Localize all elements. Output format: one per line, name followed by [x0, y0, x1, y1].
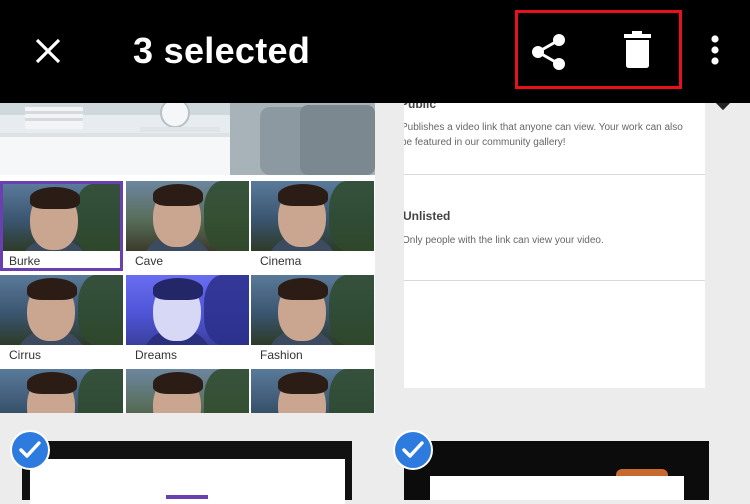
public-option-description: Publishes a video link that anyone can v…: [404, 122, 683, 148]
project-accent-bar: [166, 495, 208, 499]
filter-tile-burke[interactable]: Burke: [0, 181, 123, 271]
more-vertical-icon: [711, 35, 719, 65]
filter-tile-dreams[interactable]: Dreams: [126, 275, 249, 365]
selected-checkmark-button[interactable]: [10, 430, 50, 470]
delete-button[interactable]: [620, 29, 656, 71]
filter-thumbnail: [126, 275, 249, 345]
filter-thumbnail: [251, 275, 374, 345]
divider: [404, 280, 705, 281]
selected-checkmark-button[interactable]: [393, 430, 433, 470]
filter-thumbnail: [3, 184, 120, 251]
public-option-title: Public: [404, 103, 437, 111]
room-photo: [0, 103, 375, 175]
divider: [404, 174, 705, 175]
filter-label: Fashion: [260, 348, 303, 362]
filter-thumbnail: [251, 369, 374, 413]
filter-label: Dreams: [135, 348, 178, 362]
unlisted-option-description: Only people with the link can view your …: [404, 235, 604, 246]
close-icon: [35, 38, 61, 64]
filter-thumbnail: [0, 369, 123, 413]
filter-tile[interactable]: [126, 369, 249, 413]
filter-tile-fashion[interactable]: Fashion: [251, 275, 374, 365]
close-selection-button[interactable]: [28, 31, 68, 71]
project-preview: [430, 476, 684, 500]
unlisted-option-title: Unlisted: [404, 209, 451, 223]
visibility-options-card[interactable]: Public Publishes a video link that anyon…: [404, 103, 705, 388]
action-bar: 3 selected: [0, 0, 750, 103]
project-card[interactable]: [22, 441, 352, 504]
filter-thumbnail: [251, 181, 374, 251]
filter-tile-cave[interactable]: Cave: [126, 181, 249, 271]
project-card[interactable]: [404, 441, 709, 500]
filter-label: Cirrus: [9, 348, 41, 362]
share-button[interactable]: [526, 29, 572, 75]
filter-label: Burke: [9, 254, 41, 268]
filter-thumbnail: [126, 369, 249, 413]
filter-tile-cirrus[interactable]: Cirrus: [0, 275, 123, 365]
share-icon: [532, 34, 565, 70]
filter-tile-cinema[interactable]: Cinema: [251, 181, 374, 271]
filter-thumbnail: [126, 181, 249, 251]
filter-tile[interactable]: [0, 369, 123, 413]
more-options-button[interactable]: [702, 30, 728, 72]
filter-thumbnail: [0, 275, 123, 345]
selection-count-title: 3 selected: [133, 30, 311, 71]
trash-icon: [624, 31, 651, 68]
checkmark-icon: [402, 441, 424, 458]
filter-label: Cave: [135, 254, 164, 268]
checkmark-icon: [19, 441, 41, 458]
filter-tile[interactable]: [251, 369, 374, 413]
filter-project-card[interactable]: Burke Cave Cinema Cirrus Dreams Fashion: [0, 103, 375, 413]
filter-label: Cinema: [260, 254, 302, 268]
